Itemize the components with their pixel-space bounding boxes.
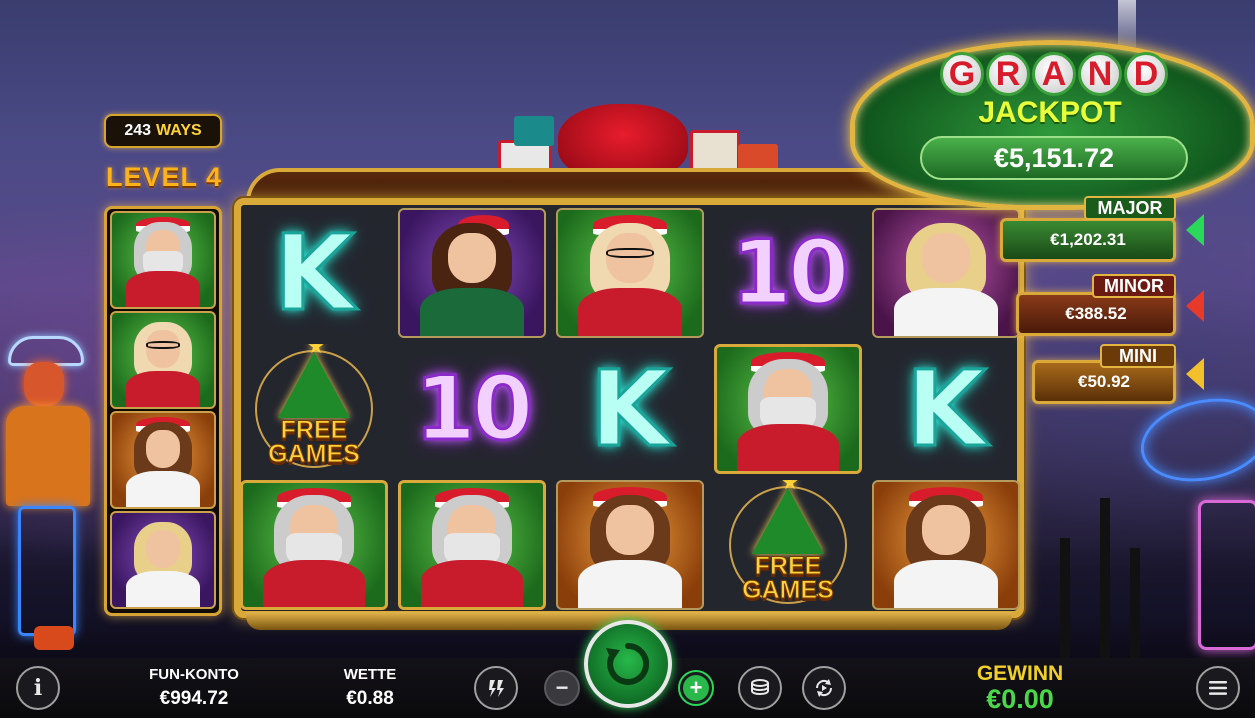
symbol-elf-girl xyxy=(556,480,704,610)
symbol-santa xyxy=(398,480,546,610)
symbol-blonde-girl xyxy=(872,208,1020,338)
symbol-free-games: ★ FREE GAMES xyxy=(714,480,862,610)
symbol-10: 10 xyxy=(413,357,534,460)
palm-tree xyxy=(1060,538,1070,658)
plus-icon: + xyxy=(683,675,709,701)
menu-icon xyxy=(1209,681,1227,695)
grand-letters: G R A N D xyxy=(940,52,1168,96)
symbol-elf-girl xyxy=(872,480,1020,610)
palm-tree xyxy=(1130,548,1140,658)
neon-tower-sign xyxy=(1198,500,1255,650)
level-label: LEVEL 4 xyxy=(105,162,223,192)
ladder-cell-mrs-claus xyxy=(110,311,216,409)
symbol-k: K xyxy=(588,348,672,470)
grand-letter: D xyxy=(1124,52,1168,96)
ways-count: 243 xyxy=(124,122,152,139)
fun-konto-label: FUN-KONTO xyxy=(149,666,239,683)
minus-icon: − xyxy=(555,675,569,700)
major-jackpot-value: €1,202.31 xyxy=(1050,230,1126,249)
wette-value: €0.88 xyxy=(346,688,394,709)
mini-tag: MINI xyxy=(1100,344,1176,368)
fun-konto-value: €994.72 xyxy=(159,688,229,709)
info-icon: i xyxy=(33,675,43,701)
bet-increase-button[interactable]: + xyxy=(678,670,714,706)
minor-jackpot-value: €388.52 xyxy=(1065,304,1127,323)
coins-icon xyxy=(751,679,769,696)
ways-word: WAYS xyxy=(156,122,202,139)
grand-letter: N xyxy=(1078,52,1122,96)
turbo-button[interactable] xyxy=(474,666,518,710)
bet-settings-button[interactable] xyxy=(738,666,782,710)
symbol-k: K xyxy=(272,212,356,334)
symbol-k: K xyxy=(904,348,988,470)
character-ladder xyxy=(104,206,222,616)
spin-icon xyxy=(606,642,650,685)
wette-label: WETTE xyxy=(343,666,397,683)
palm-tree xyxy=(1100,498,1110,658)
spin-button[interactable] xyxy=(584,620,672,708)
symbol-santa xyxy=(240,480,388,610)
grand-letter: G xyxy=(940,52,984,96)
turbo-icon xyxy=(489,680,504,697)
symbol-free-games: ★ FREE GAMES xyxy=(240,344,388,474)
minor-arrow-icon xyxy=(1186,290,1204,322)
grand-jackpot-value: €5,151.72 xyxy=(920,136,1188,180)
major-jackpot-panel: €1,202.31 xyxy=(1000,218,1176,262)
grand-letter: A xyxy=(1032,52,1076,96)
minor-jackpot-panel: €388.52 xyxy=(1016,292,1176,336)
mini-arrow-icon xyxy=(1186,358,1204,390)
symbol-santa xyxy=(714,344,862,474)
win-value: €0.00 xyxy=(986,684,1054,714)
ladder-cell-blonde-girl xyxy=(110,511,216,609)
autoplay-icon xyxy=(815,679,833,697)
neon-cowboy-sign xyxy=(0,330,110,660)
autoplay-button[interactable] xyxy=(802,666,846,710)
bet-decrease-button[interactable]: − xyxy=(544,670,580,706)
info-button[interactable]: i xyxy=(16,666,60,710)
major-tag: MAJOR xyxy=(1084,196,1176,220)
symbol-10: 10 xyxy=(729,221,850,324)
minor-tag: MINOR xyxy=(1092,274,1176,298)
menu-button[interactable] xyxy=(1196,666,1240,710)
ladder-cell-elf-girl xyxy=(110,411,216,509)
major-arrow-icon xyxy=(1186,214,1204,246)
jackpot-word: JACKPOT xyxy=(978,96,1122,129)
grand-letter: R xyxy=(986,52,1030,96)
win-label: GEWINN xyxy=(976,662,1064,685)
symbol-brunette-girl xyxy=(398,208,546,338)
symbol-mrs-claus xyxy=(556,208,704,338)
mini-jackpot-value: €50.92 xyxy=(1078,372,1130,391)
ladder-cell-santa xyxy=(110,211,216,309)
ways-badge: 243 WAYS xyxy=(104,114,222,148)
